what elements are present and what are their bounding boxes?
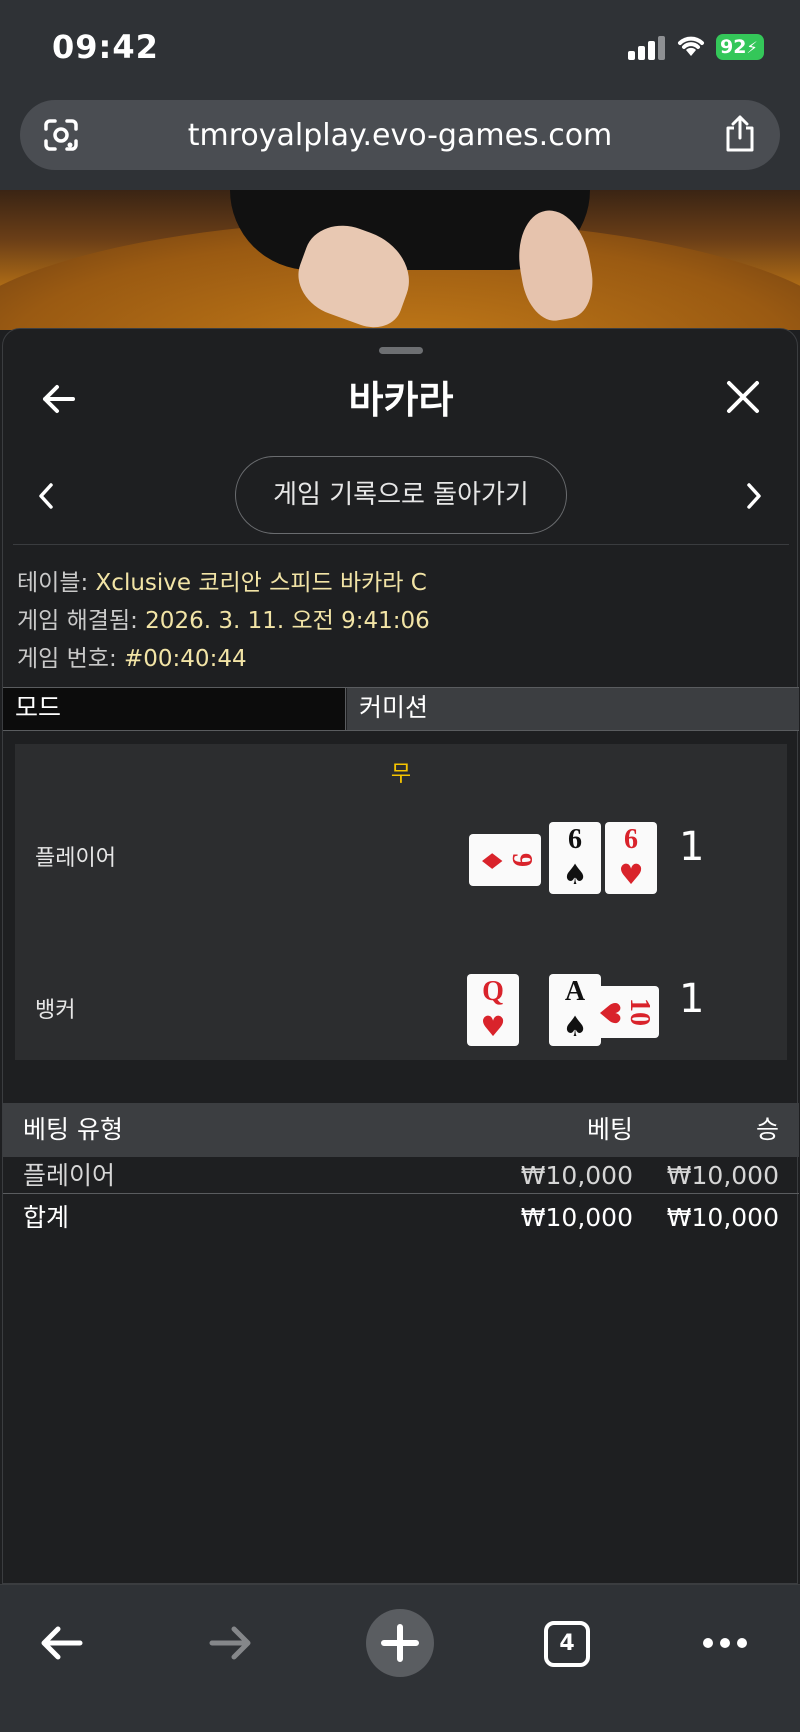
browser-toolbar: 4 [0,1584,800,1732]
outcome-badge: 무 [390,762,412,787]
total-row: 합계 ₩10,000 ₩10,000 [3,1197,799,1239]
tab-mode[interactable]: 모드 [3,688,346,730]
playing-card: 6 ♠ [549,822,601,894]
total-bet-amount: ₩10,000 [520,1203,633,1232]
table-value: Xclusive 코리안 스피드 바카라 C [95,570,427,596]
browser-address-area: tmroyalplay.evo-games.com [0,92,800,190]
round-result: 무 플레이어 9 ♦ 6 ♠ 6 ♥ 1 뱅커 Q ♥ A ♠ 10 ♥ 1 [15,744,787,1060]
more-icon[interactable] [700,1633,750,1653]
new-tab-button[interactable] [366,1609,434,1677]
total-win-amount: ₩10,000 [666,1203,779,1232]
cellular-signal-icon [628,34,668,60]
battery-indicator: 92⚡ [716,34,764,60]
resolved-value: 2026. 3. 11. 오전 9:41:06 [145,608,430,634]
card-rank: Q [482,976,504,1007]
wifi-icon [678,36,704,56]
playing-card: 10 ♥ [587,986,659,1038]
header-bet: 베팅 [586,1115,633,1144]
header-win: 승 [755,1115,779,1144]
header-bet-type: 베팅 유형 [23,1115,123,1144]
game-number-value: #00:40:44 [124,646,247,672]
share-icon[interactable] [722,114,758,154]
chevron-right-icon[interactable] [743,479,767,513]
game-number-info: 게임 번호: #00:40:44 [17,639,247,673]
game-number-label: 게임 번호: [17,646,125,672]
address-bar[interactable]: tmroyalplay.evo-games.com [20,100,780,170]
table-info: 테이블: Xclusive 코리안 스피드 바카라 C [17,563,427,597]
card-rank: 10 [624,998,655,1026]
game-history-panel: 바카라 게임 기록으로 돌아가기 테이블: Xclusive 코리안 스피드 바… [2,328,799,1584]
card-suit-icon: ♥ [618,858,644,891]
divider [3,1193,799,1194]
back-to-history-button[interactable]: 게임 기록으로 돌아가기 [235,456,567,534]
divider [13,544,789,545]
chevron-left-icon[interactable] [33,479,57,513]
banker-hand-label: 뱅커 [35,998,76,1023]
bets-table-header: 베팅 유형 베팅 승 [3,1103,799,1157]
player-score: 1 [679,824,705,870]
live-video-feed [0,190,800,330]
url-text[interactable]: tmroyalplay.evo-games.com [20,118,780,153]
row-win-amount: ₩10,000 [666,1161,779,1190]
player-hand-label: 플레이어 [35,846,116,871]
playing-card: Q ♥ [467,974,519,1046]
tab-switcher-button[interactable]: 4 [544,1621,590,1667]
table-row: 플레이어 ₩10,000 ₩10,000 [3,1155,799,1197]
card-rank: 9 [506,853,537,867]
tab-commission[interactable]: 커미션 [347,688,799,730]
banker-score: 1 [679,976,705,1022]
battery-level: 92 [720,36,747,58]
row-bet-type: 플레이어 [23,1161,116,1190]
back-arrow-icon[interactable] [36,1621,86,1665]
card-suit-icon: ♥ [593,1000,626,1026]
charging-bolt-icon: ⚡ [746,38,758,57]
table-label: 테이블: [17,570,96,596]
row-bet-amount: ₩10,000 [520,1161,633,1190]
status-bar: 09:42 92⚡ [0,0,800,92]
card-rank: 6 [624,824,638,855]
resolved-label: 게임 해결됨: [17,608,146,634]
status-time: 09:42 [52,28,159,66]
panel-title: 바카라 [348,378,454,422]
resolved-info: 게임 해결됨: 2026. 3. 11. 오전 9:41:06 [17,601,430,635]
close-icon[interactable] [725,379,761,415]
forward-arrow-icon[interactable] [206,1621,256,1665]
drag-handle[interactable] [379,347,423,354]
mode-commission-bar: 모드 커미션 [3,687,799,731]
playing-card: 6 ♥ [605,822,657,894]
card-rank: 6 [568,824,582,855]
playing-card: 9 ♦ [469,834,541,886]
total-label: 합계 [23,1203,70,1232]
card-suit-icon: ♦ [475,848,508,874]
card-suit-icon: ♥ [480,1010,506,1043]
plus-icon [381,1624,419,1662]
card-suit-icon: ♠ [562,858,588,891]
